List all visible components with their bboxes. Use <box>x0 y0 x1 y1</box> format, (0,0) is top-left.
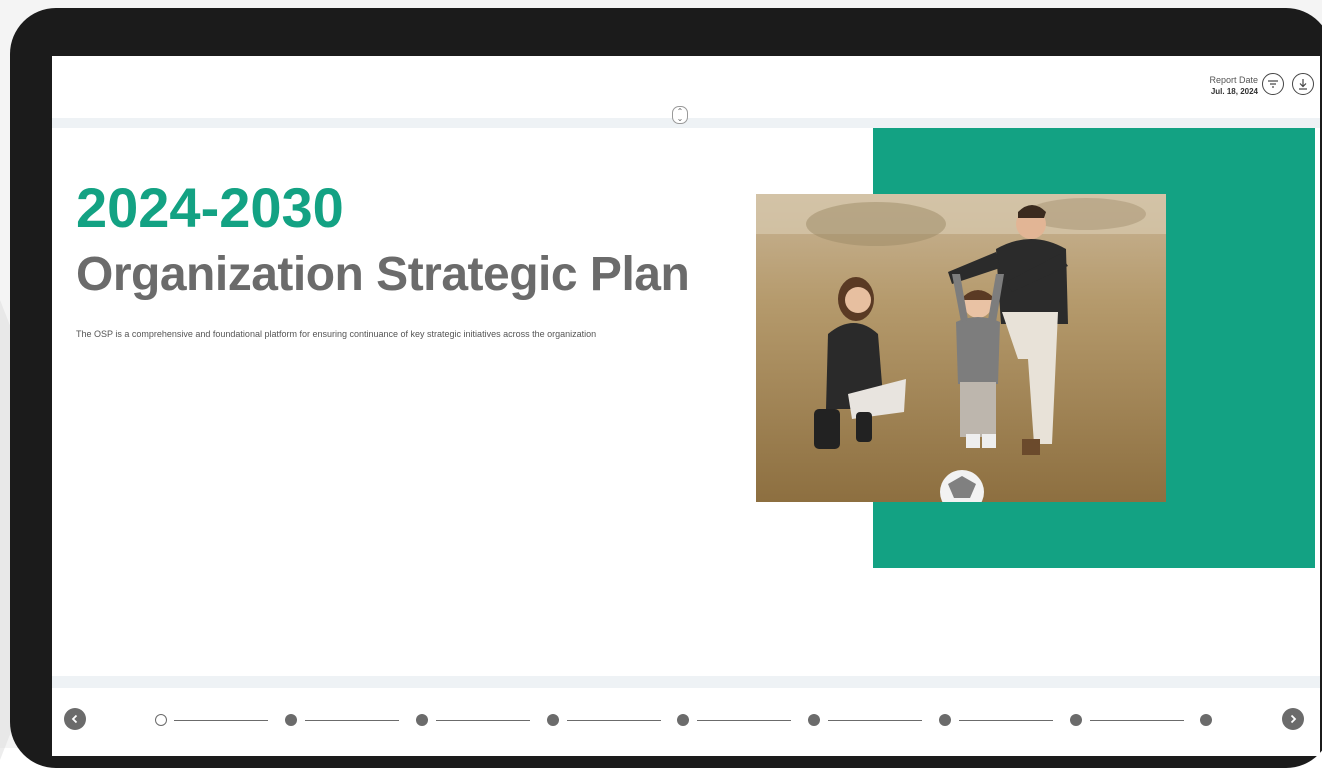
timeline-connector <box>828 720 922 721</box>
plan-description: The OSP is a comprehensive and foundatio… <box>76 329 597 339</box>
report-date-label: Report Date <box>1209 75 1258 85</box>
timeline-connector <box>567 720 661 721</box>
chevron-left-icon <box>71 714 78 724</box>
timeline-connector <box>959 720 1053 721</box>
timeline-step-9[interactable] <box>1200 714 1212 726</box>
timeline-connector <box>1090 720 1184 721</box>
timeline-prev-button[interactable] <box>64 708 86 730</box>
tablet-frame: Report Date Jul. 18, 2024 ⌃ ⌄ 2024-2030 … <box>10 8 1322 768</box>
download-button[interactable] <box>1292 73 1314 95</box>
chevron-right-icon <box>1290 714 1297 724</box>
timeline-step-4[interactable] <box>547 714 559 726</box>
timeline-connector <box>436 720 530 721</box>
timeline-step-3[interactable] <box>416 714 428 726</box>
timeline-step-6[interactable] <box>808 714 820 726</box>
report-date-value: Jul. 18, 2024 <box>1210 87 1258 96</box>
timeline-connector <box>697 720 791 721</box>
timeline-step-2[interactable] <box>285 714 297 726</box>
download-icon <box>1299 79 1307 90</box>
chevron-up-down-icon: ⌃ ⌄ <box>676 107 684 123</box>
timeline-navigator <box>52 708 1320 748</box>
timeline-step-1[interactable] <box>155 714 167 726</box>
page-title: Organization Strategic Plan <box>76 248 690 301</box>
footer-divider <box>52 676 1320 688</box>
filter-icon <box>1268 80 1278 88</box>
timeline-step-5[interactable] <box>677 714 689 726</box>
timeline-connector <box>305 720 399 721</box>
timeline-next-button[interactable] <box>1282 708 1304 730</box>
timeline-connector <box>174 720 268 721</box>
timeline-step-8[interactable] <box>1070 714 1082 726</box>
family-photo-illustration <box>756 194 1166 502</box>
plan-years: 2024-2030 <box>76 176 344 239</box>
timeline-step-7[interactable] <box>939 714 951 726</box>
filter-button[interactable] <box>1262 73 1284 95</box>
hero-photo <box>756 194 1166 502</box>
app-screen: Report Date Jul. 18, 2024 ⌃ ⌄ 2024-2030 … <box>52 56 1320 756</box>
report-date: Report Date Jul. 18, 2024 <box>1209 74 1258 98</box>
collapse-toggle-button[interactable]: ⌃ ⌄ <box>672 106 688 124</box>
